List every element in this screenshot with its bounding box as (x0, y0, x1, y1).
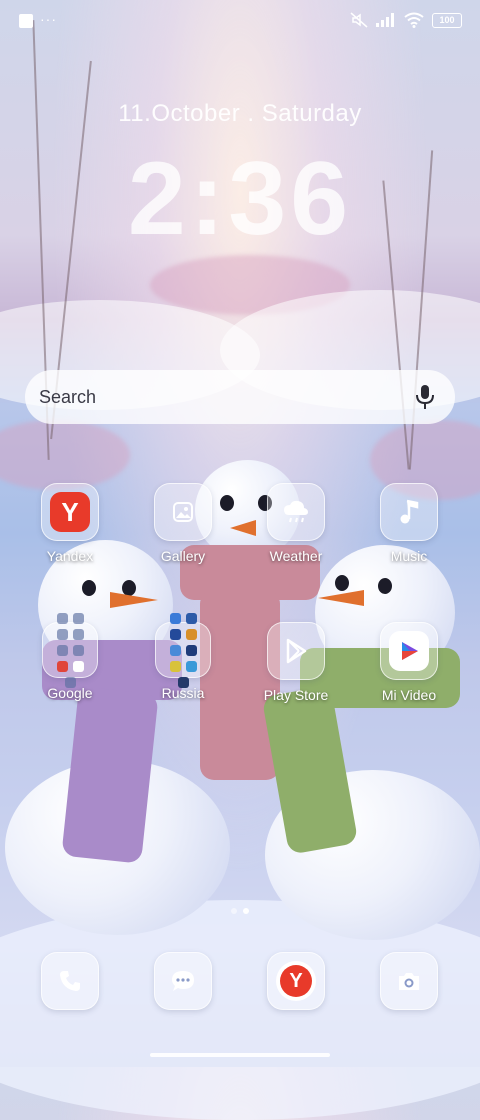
mute-icon (350, 12, 368, 28)
folder-icon (155, 612, 211, 688)
app-gallery[interactable]: Gallery (127, 483, 239, 564)
lock-date: 11.October . Saturday (118, 100, 362, 127)
app-label: Yandex (46, 548, 94, 564)
app-label: Google (47, 685, 93, 701)
notification-square-icon (19, 14, 33, 28)
play-store-icon (267, 622, 325, 680)
app-label: Mi Video (381, 687, 437, 703)
home-indicator[interactable] (150, 1053, 330, 1057)
search-placeholder: Search (39, 387, 97, 407)
search-bar[interactable]: Search (25, 370, 455, 424)
status-bar: ··· 100 (0, 0, 480, 40)
phone-icon (41, 952, 99, 1010)
page-indicator (0, 908, 480, 914)
dock-phone[interactable] (14, 952, 126, 1010)
signal-icon (376, 13, 394, 27)
app-label: Weather (269, 548, 323, 564)
camera-icon (380, 952, 438, 1010)
microphone-icon[interactable] (415, 384, 435, 410)
more-dots-icon: ··· (40, 11, 57, 27)
folder-icon (42, 612, 98, 688)
yandex-browser-icon: Y (267, 952, 325, 1010)
music-icon (380, 483, 438, 541)
messages-icon (154, 952, 212, 1010)
app-label: Russia (161, 685, 205, 701)
lock-clock: 2:36 (127, 141, 353, 257)
app-label: Gallery (160, 548, 206, 564)
folder-russia[interactable]: Russia (127, 612, 239, 701)
app-yandex[interactable]: Y Yandex (14, 483, 126, 564)
folder-google[interactable]: Google (14, 612, 126, 701)
app-weather[interactable]: Weather (240, 483, 352, 564)
mi-video-icon (380, 622, 438, 680)
wifi-icon (404, 12, 424, 28)
dock-messages[interactable] (127, 952, 239, 1010)
weather-icon (267, 483, 325, 541)
app-mi-video[interactable]: Mi Video (353, 622, 465, 703)
page-dot[interactable] (231, 908, 237, 914)
gallery-icon (154, 483, 212, 541)
yandex-icon: Y (41, 483, 99, 541)
dock-yandex-browser[interactable]: Y (240, 952, 352, 1010)
page-dot-active[interactable] (243, 908, 249, 914)
battery-icon: 100 (432, 12, 462, 28)
app-label: Music (390, 548, 428, 564)
dock-camera[interactable] (353, 952, 465, 1010)
app-music[interactable]: Music (353, 483, 465, 564)
app-label: Play Store (263, 687, 329, 703)
app-play-store[interactable]: Play Store (240, 622, 352, 703)
